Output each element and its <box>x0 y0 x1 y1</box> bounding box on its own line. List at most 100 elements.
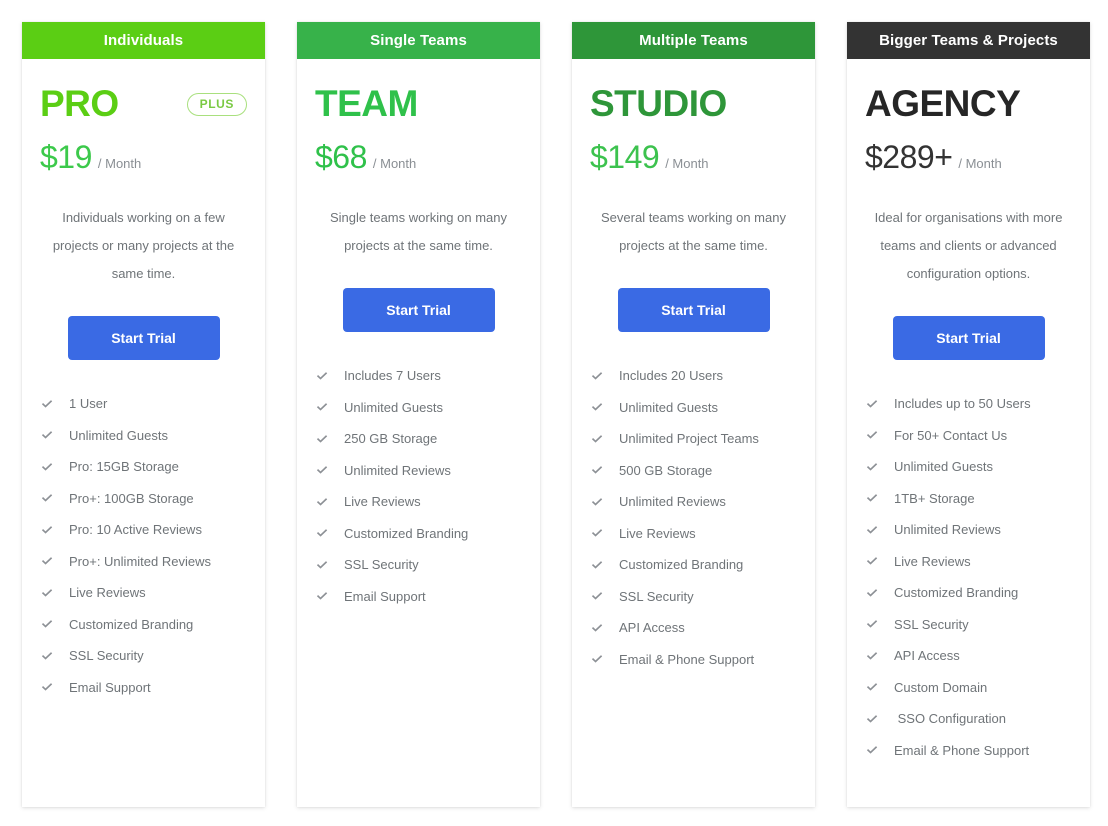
plan-description: Ideal for organisations with more teams … <box>874 210 1063 281</box>
plan-title-row: TEAM <box>315 84 522 124</box>
feature-item: Includes 20 Users <box>590 360 797 392</box>
feature-item: API Access <box>590 612 797 644</box>
check-icon <box>865 672 879 704</box>
check-icon <box>590 644 604 676</box>
check-icon <box>865 609 879 641</box>
feature-item: 500 GB Storage <box>590 455 797 487</box>
feature-label: Pro+: Unlimited Reviews <box>69 553 211 569</box>
plan-name: PRO <box>40 83 119 124</box>
feature-item: Customized Branding <box>865 577 1072 609</box>
feature-item: Live Reviews <box>315 486 522 518</box>
plan-header-label: Individuals <box>103 32 184 49</box>
plan-header-label: Single Teams <box>370 32 467 49</box>
cta-slot: Start Trial <box>865 288 1072 388</box>
feature-list: 1 User Unlimited Guests Pro: 15GB Storage P… <box>40 388 247 703</box>
check-icon <box>315 392 329 424</box>
check-icon <box>40 672 54 704</box>
feature-list: Includes 20 Users Unlimited Guests Unlimit… <box>590 360 797 675</box>
feature-item: 1 User <box>40 388 247 420</box>
feature-label: Unlimited Guests <box>344 399 443 415</box>
check-icon <box>315 423 329 455</box>
feature-label: Live Reviews <box>69 585 146 600</box>
feature-label: For 50+ Contact Us <box>894 427 1008 443</box>
check-icon <box>590 455 604 487</box>
check-icon <box>40 483 54 515</box>
feature-label: API Access <box>894 648 960 663</box>
pricing-card-pro: Individuals PRO PLUS $19 / Month Individ… <box>22 22 265 807</box>
check-icon <box>865 451 879 483</box>
plan-price: $19 <box>40 139 92 175</box>
feature-item: Live Reviews <box>865 546 1072 578</box>
start-trial-button[interactable]: Start Trial <box>892 316 1045 360</box>
check-icon <box>40 640 54 672</box>
feature-label: Customized Branding <box>344 525 469 541</box>
plan-name: STUDIO <box>590 83 727 124</box>
plan-description: Single teams working on many projects at… <box>329 210 508 253</box>
check-icon <box>40 451 54 483</box>
feature-item: SSL Security <box>865 609 1072 641</box>
check-icon <box>40 388 54 420</box>
check-icon <box>40 546 54 578</box>
pricing-card-team: Single Teams TEAM $68 / Month Single tea… <box>297 22 540 807</box>
feature-label: 1TB+ Storage <box>894 490 975 506</box>
plus-badge: PLUS <box>186 92 247 116</box>
start-trial-button[interactable]: Start Trial <box>342 288 495 332</box>
check-icon <box>40 609 54 641</box>
check-icon <box>590 581 604 613</box>
feature-label: Email & Phone Support <box>894 742 1030 758</box>
feature-item: Customized Branding <box>40 609 247 641</box>
check-icon <box>315 486 329 518</box>
check-icon <box>865 546 879 578</box>
feature-item: SSL Security <box>590 581 797 613</box>
feature-item: Unlimited Guests <box>590 392 797 424</box>
plan-body: AGENCY $289+ / Month Ideal for organisat… <box>847 59 1090 807</box>
feature-item: Pro: 10 Active Reviews <box>40 514 247 546</box>
check-icon <box>590 549 604 581</box>
feature-label: Unlimited Reviews <box>619 494 726 509</box>
feature-item: Unlimited Reviews <box>865 514 1072 546</box>
plan-name: TEAM <box>315 83 418 124</box>
feature-label: SSL Security <box>344 557 419 572</box>
feature-label: Unlimited Guests <box>69 427 168 443</box>
feature-item: API Access <box>865 640 1072 672</box>
cta-slot: Start Trial <box>590 260 797 360</box>
feature-label: Custom Domain <box>894 679 988 695</box>
plan-title-row: AGENCY <box>865 84 1072 124</box>
cta-slot: Start Trial <box>315 260 522 360</box>
plan-price-period: / Month <box>372 156 417 171</box>
start-trial-button[interactable]: Start Trial <box>617 288 770 332</box>
plan-header-label: Multiple Teams <box>639 32 748 49</box>
feature-item: For 50+ Contact Us <box>865 420 1072 452</box>
pricing-card-studio: Multiple Teams STUDIO $149 / Month Sever… <box>572 22 815 807</box>
plan-name: AGENCY <box>865 83 1021 124</box>
check-icon <box>40 420 54 452</box>
feature-item: Email Support <box>40 672 247 704</box>
feature-label: SSL Security <box>894 616 969 632</box>
feature-item: Unlimited Guests <box>315 392 522 424</box>
feature-label: Customized Branding <box>894 585 1019 600</box>
plan-description: Individuals working on a few projects or… <box>52 210 235 281</box>
feature-item: Custom Domain <box>865 672 1072 704</box>
feature-item: Email & Phone Support <box>865 735 1072 767</box>
feature-item: Live Reviews <box>40 577 247 609</box>
check-icon <box>315 518 329 550</box>
feature-item: Unlimited Project Teams <box>590 423 797 455</box>
feature-label: Includes up to 50 Users <box>894 396 1031 411</box>
start-trial-button[interactable]: Start Trial <box>67 316 220 360</box>
feature-label: Pro+: 100GB Storage <box>69 490 194 506</box>
feature-label: 250 GB Storage <box>344 431 438 446</box>
check-icon <box>40 514 54 546</box>
plan-price-period: / Month <box>665 156 709 171</box>
plan-header-team: Single Teams <box>297 22 540 59</box>
check-icon <box>315 549 329 581</box>
plan-body: TEAM $68 / Month Single teams working on… <box>297 59 540 807</box>
feature-label: Includes 7 Users <box>344 368 441 383</box>
plan-price-row: $289+ / Month <box>865 140 1072 174</box>
cta-slot: Start Trial <box>40 288 247 388</box>
feature-item: Live Reviews <box>590 518 797 550</box>
plan-price: $149 <box>590 139 660 175</box>
check-icon <box>315 360 329 392</box>
check-icon <box>40 577 54 609</box>
feature-label: 500 GB Storage <box>619 462 713 478</box>
feature-label: SSL Security <box>619 588 694 604</box>
